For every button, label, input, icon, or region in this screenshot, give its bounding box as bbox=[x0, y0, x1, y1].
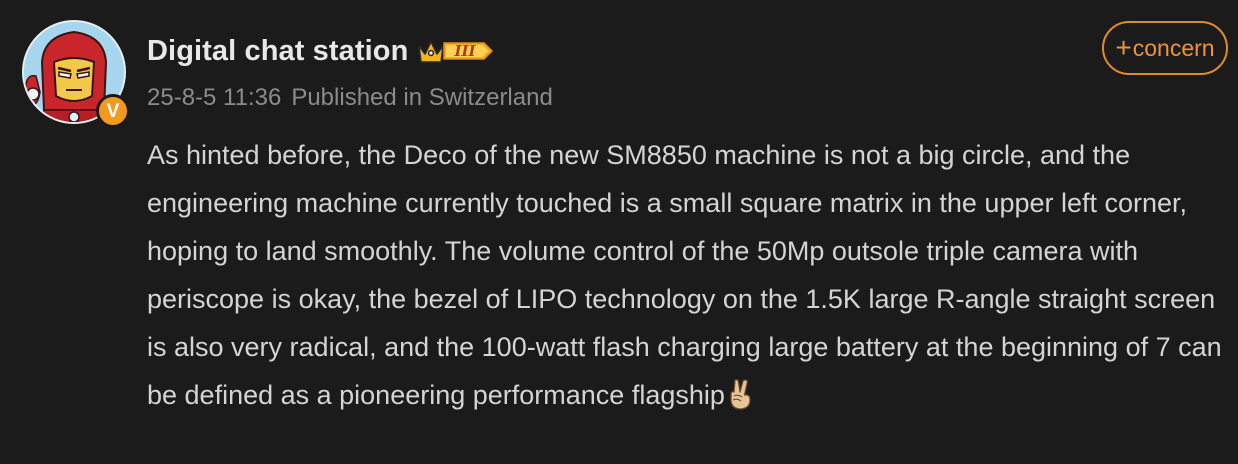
post-datetime: 25-8-5 11:36 bbox=[147, 84, 282, 111]
post-location: Published in Switzerland bbox=[291, 84, 553, 111]
author-name[interactable]: Digital chat station bbox=[147, 35, 408, 68]
post-meta: 25-8-5 11:36 Published in Switzerland bbox=[147, 84, 553, 112]
verified-badge: V bbox=[96, 94, 130, 128]
post-body: As hinted before, the Deco of the new SM… bbox=[147, 131, 1229, 425]
verified-mark: V bbox=[106, 100, 120, 122]
plus-icon: + bbox=[1115, 32, 1132, 63]
level-text: III bbox=[454, 42, 477, 60]
crown-level-icon: III bbox=[418, 41, 494, 63]
author-avatar[interactable]: V bbox=[22, 20, 130, 128]
post-card: V Digital chat station III 25-8-5 11:36 P… bbox=[0, 0, 1238, 464]
level-badge: III bbox=[416, 34, 494, 68]
victory-hand-icon bbox=[726, 377, 756, 425]
author-row: Digital chat station III bbox=[147, 31, 494, 71]
follow-button-label: concern bbox=[1132, 34, 1215, 61]
follow-button[interactable]: + concern bbox=[1102, 21, 1228, 75]
post-text: As hinted before, the Deco of the new SM… bbox=[147, 140, 1222, 410]
